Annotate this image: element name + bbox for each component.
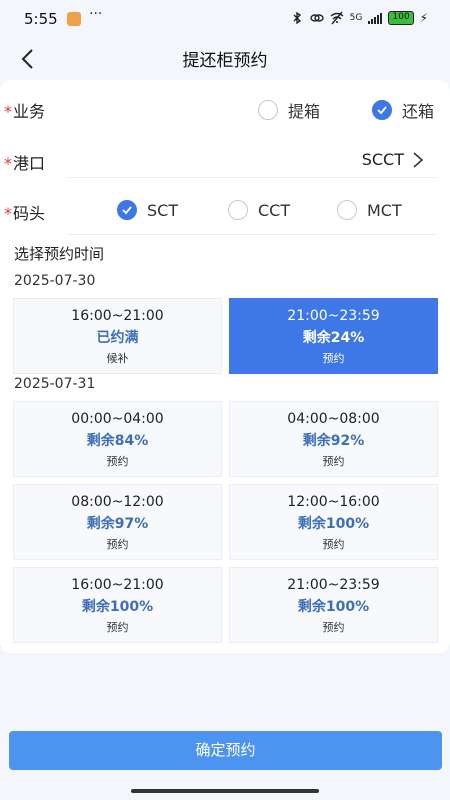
- divider: [68, 234, 436, 235]
- slot-action: 预约: [106, 538, 129, 551]
- time-slot-selected[interactable]: 21:00~23:59 剩余24% 预约: [229, 298, 438, 374]
- time-slot[interactable]: 21:00~23:59 剩余100% 预约: [229, 567, 438, 643]
- required-mark: *: [4, 204, 12, 223]
- date-label: 2025-07-30: [14, 273, 96, 289]
- page-title: 提还柜预约: [182, 51, 268, 71]
- status-time: 5:55: [24, 10, 58, 28]
- time-slot[interactable]: 00:00~04:00 剩余84% 预约: [13, 401, 222, 477]
- radio-unchecked-icon: [258, 100, 278, 120]
- slot-time: 21:00~23:59: [287, 577, 380, 593]
- slot-time: 12:00~16:00: [287, 494, 380, 510]
- app-notification-icon: [67, 12, 81, 26]
- link-icon: [309, 14, 324, 22]
- slot-action: 预约: [322, 352, 345, 365]
- radio-unchecked-icon: [228, 200, 248, 220]
- chevron-right-icon[interactable]: [412, 152, 424, 168]
- status-icons: 5G 100 ⚡: [290, 11, 428, 25]
- slot-remaining: 剩余100%: [297, 599, 370, 615]
- slot-action: 预约: [106, 621, 129, 634]
- business-option-pickup[interactable]: 提箱: [258, 98, 320, 122]
- slot-time: 21:00~23:59: [287, 308, 380, 324]
- slot-remaining: 剩余92%: [302, 433, 365, 449]
- radio-checked-icon: [372, 100, 392, 120]
- slot-remaining: 剩余24%: [302, 330, 365, 346]
- wifi-off-icon: [330, 11, 344, 25]
- status-bar: 5:55 ··· 5G 100 ⚡: [0, 0, 450, 38]
- more-notifications-icon: ···: [89, 6, 103, 22]
- time-slot[interactable]: 16:00~21:00 已约满 候补: [13, 298, 222, 374]
- business-row: *业务 提箱 还箱: [0, 98, 450, 128]
- slot-remaining: 剩余84%: [86, 433, 149, 449]
- charging-icon: ⚡: [419, 11, 428, 25]
- schedule-title: 选择预约时间: [14, 245, 105, 263]
- port-label: *港口: [4, 154, 46, 173]
- slot-time: 04:00~08:00: [287, 411, 380, 427]
- slot-time: 00:00~04:00: [71, 411, 164, 427]
- network-type: 5G: [349, 13, 363, 23]
- terminal-label: *码头: [4, 204, 46, 223]
- business-label: *业务: [4, 102, 46, 121]
- business-option-return[interactable]: 还箱: [372, 98, 434, 122]
- terminal-row: *码头 SCT CCT MCT: [0, 200, 450, 230]
- bluetooth-icon: [293, 11, 301, 25]
- slot-action: 预约: [322, 538, 345, 551]
- battery-icon: 100: [388, 11, 414, 25]
- slot-action: 预约: [322, 621, 345, 634]
- slot-time: 16:00~21:00: [71, 577, 164, 593]
- divider: [68, 177, 436, 178]
- slot-time: 08:00~12:00: [71, 494, 164, 510]
- signal-icon: [368, 12, 383, 24]
- navigation-bar: 提还柜预约: [0, 38, 450, 78]
- terminal-option-cct[interactable]: CCT: [228, 200, 290, 220]
- slot-remaining: 已约满: [96, 330, 139, 346]
- time-slot[interactable]: 08:00~12:00 剩余97% 预约: [13, 484, 222, 560]
- slot-remaining: 剩余97%: [86, 516, 149, 532]
- port-row[interactable]: *港口 SCCT: [0, 148, 450, 178]
- slot-action: 预约: [322, 455, 345, 468]
- date-label: 2025-07-31: [14, 376, 96, 392]
- slot-remaining: 剩余100%: [81, 599, 154, 615]
- time-slot[interactable]: 12:00~16:00 剩余100% 预约: [229, 484, 438, 560]
- terminal-option-mct[interactable]: MCT: [337, 200, 402, 220]
- slot-remaining: 剩余100%: [297, 516, 370, 532]
- terminal-option-sct[interactable]: SCT: [117, 200, 178, 220]
- required-mark: *: [4, 154, 12, 173]
- slot-action: 候补: [106, 352, 129, 365]
- time-slot[interactable]: 04:00~08:00 剩余92% 预约: [229, 401, 438, 477]
- confirm-booking-button[interactable]: 确定预约: [9, 731, 442, 770]
- required-mark: *: [4, 102, 12, 121]
- port-value[interactable]: SCCT: [362, 150, 404, 169]
- form-card: *业务 提箱 还箱 *港口 SCCT *码头 SCT CCT MCT 选择预约时…: [0, 80, 450, 653]
- slot-action: 预约: [106, 455, 129, 468]
- home-indicator[interactable]: [131, 789, 319, 793]
- time-slot[interactable]: 16:00~21:00 剩余100% 预约: [13, 567, 222, 643]
- slot-time: 16:00~21:00: [71, 308, 164, 324]
- radio-checked-icon: [117, 200, 137, 220]
- radio-unchecked-icon: [337, 200, 357, 220]
